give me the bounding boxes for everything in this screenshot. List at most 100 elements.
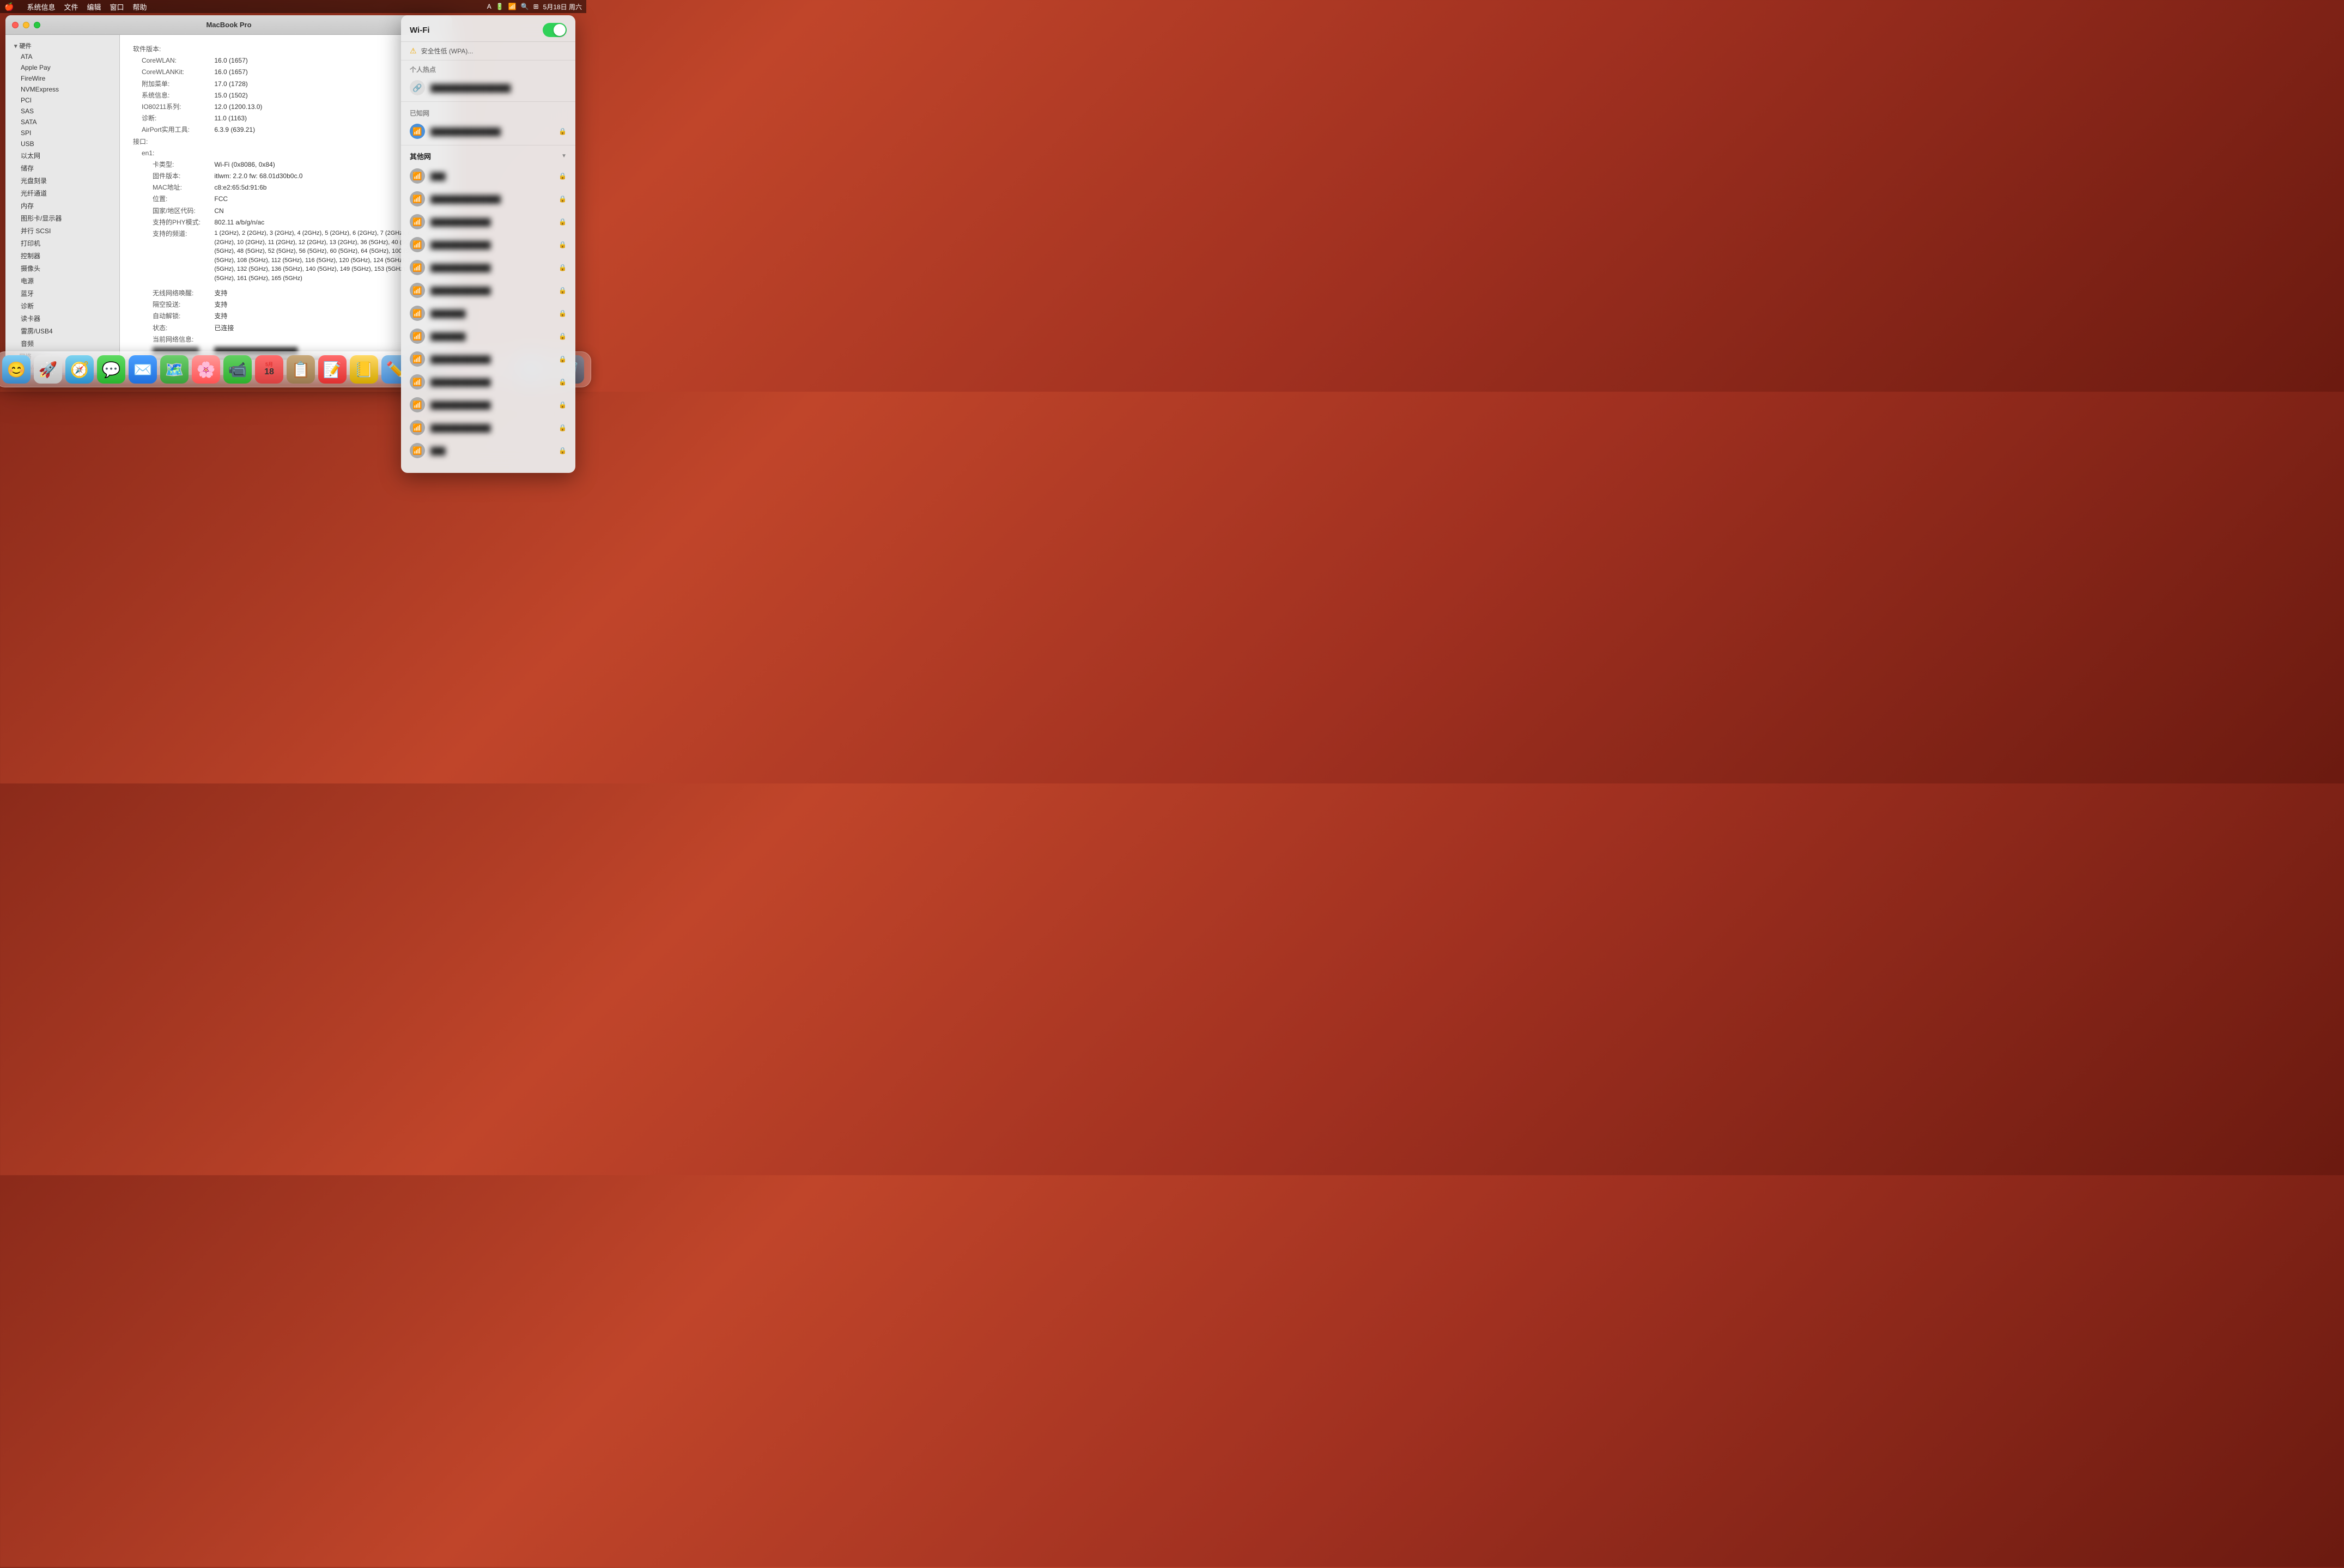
sidebar-item-printer[interactable]: 打印机 xyxy=(5,237,119,250)
wifi-signal-icon-0: 📶 xyxy=(410,168,425,184)
wifi-warning-text: 安全性低 (WPA)... xyxy=(421,46,473,56)
sidebar-item-bluetooth[interactable]: 蓝牙 xyxy=(5,287,119,300)
dock-item-finder[interactable]: 😊 xyxy=(2,355,31,384)
sidebar-item-diagnostics[interactable]: 诊断 xyxy=(5,300,119,312)
hotspot-icon: 🔗 xyxy=(410,80,425,95)
interface-label: 接口: xyxy=(131,136,212,148)
sidebar-item-opticalburner[interactable]: 光盘刻录 xyxy=(5,174,119,187)
sidebar-item-applepay[interactable]: Apple Pay xyxy=(5,62,119,73)
clipboard-icon: 📋 xyxy=(292,361,311,379)
sidebar-item-sas[interactable]: SAS xyxy=(5,106,119,117)
sidebar-item-controller[interactable]: 控制器 xyxy=(5,250,119,262)
menu-help[interactable]: 帮助 xyxy=(133,2,147,12)
sidebar-item-graphics[interactable]: 图形卡/显示器 xyxy=(5,212,119,224)
control-center-icon[interactable]: ⊞ xyxy=(533,3,539,10)
sidebar-item-ethernet[interactable]: 以太网 xyxy=(5,149,119,162)
network-item-0[interactable]: 📶 ███ 🔒 xyxy=(401,165,575,187)
sidebar-item-spi[interactable]: SPI xyxy=(5,127,119,138)
network-item-5[interactable]: 📶 ████████████ 🔒 xyxy=(401,279,575,302)
network-item-3[interactable]: 📶 ████████████ 🔒 xyxy=(401,233,575,256)
channels-label: 支持的频道: xyxy=(131,228,212,283)
menu-file[interactable]: 文件 xyxy=(64,2,78,12)
sidebar-item-fibrechannel[interactable]: 光纤通道 xyxy=(5,187,119,199)
sidebar-item-thunderbolt[interactable]: 雷雳/USB4 xyxy=(5,325,119,337)
dock-item-facetime[interactable]: 📹 xyxy=(223,355,252,384)
dock-item-safari[interactable]: 🧭 xyxy=(65,355,94,384)
search-icon[interactable]: 🔍 xyxy=(521,3,529,10)
network-item-4[interactable]: 📶 ████████████ 🔒 xyxy=(401,256,575,279)
network-item-1[interactable]: 📶 ██████████████ 🔒 xyxy=(401,187,575,210)
lock-icon-11: 🔒 xyxy=(558,424,567,431)
sysinfo-label: 系统信息: xyxy=(131,90,212,101)
dock-item-reminders[interactable]: 📝 xyxy=(318,355,347,384)
dock-item-messages[interactable]: 💬 xyxy=(97,355,125,384)
known-networks-label: 已知网 xyxy=(401,104,575,120)
wifi-panel-header: Wi-Fi xyxy=(401,15,575,42)
corewlankit-label: CoreWLANKit: xyxy=(131,66,212,78)
finder-icon: 😊 xyxy=(7,361,26,379)
sidebar-item-storage[interactable]: 储存 xyxy=(5,162,119,174)
network-name-2: ████████████ xyxy=(430,218,553,226)
wifi-connected-icon: 📶 xyxy=(410,124,425,139)
dock-item-maps[interactable]: 🗺️ xyxy=(160,355,189,384)
sidebar-item-usb[interactable]: USB xyxy=(5,138,119,149)
sidebar-item-camera[interactable]: 摄像头 xyxy=(5,262,119,275)
dock-item-calendar[interactable]: 5月 18 xyxy=(255,355,283,384)
connected-network-item[interactable]: 📶 ██████████████ 🔒 xyxy=(401,120,575,143)
corewlan-label: CoreWLAN: xyxy=(131,55,212,66)
network-item-12[interactable]: 📶 ███ 🔒 xyxy=(401,439,575,462)
sidebar-item-memory[interactable]: 内存 xyxy=(5,199,119,212)
network-item-11[interactable]: 📶 ████████████ 🔒 xyxy=(401,416,575,439)
network-item-6[interactable]: 📶 ███████ 🔒 xyxy=(401,302,575,325)
sidebar-item-cardreader[interactable]: 读卡器 xyxy=(5,312,119,325)
wifi-signal-icon-1: 📶 xyxy=(410,191,425,206)
network-item-9[interactable]: 📶 ████████████ 🔒 xyxy=(401,370,575,393)
minimize-button[interactable] xyxy=(23,22,29,28)
network-info-label: 当前网络信息: xyxy=(131,334,212,345)
maximize-button[interactable] xyxy=(34,22,40,28)
io80211-label: IO80211系列: xyxy=(131,101,212,113)
menu-window[interactable]: 窗口 xyxy=(110,2,124,12)
sidebar-group-hardware[interactable]: ▾ 硬件 xyxy=(5,39,119,51)
sidebar-item-sata[interactable]: SATA xyxy=(5,117,119,127)
wifi-toggle[interactable] xyxy=(543,23,567,37)
status-label: 状态: xyxy=(131,323,212,334)
other-networks-header[interactable]: 其他网 ▼ xyxy=(401,148,575,165)
sidebar-item-firewire[interactable]: FireWire xyxy=(5,73,119,84)
keyboard-icon: A xyxy=(487,3,491,10)
lock-icon-6: 🔒 xyxy=(558,309,567,317)
menu-edit[interactable]: 编辑 xyxy=(87,2,101,12)
connected-network-name: ██████████████ xyxy=(430,127,553,136)
wifi-signal-icon-7: 📶 xyxy=(410,329,425,344)
menu-system-info[interactable]: 系统信息 xyxy=(27,2,55,12)
battery-icon: 🔋 xyxy=(496,3,504,10)
network-item-10[interactable]: 📶 ████████████ 🔒 xyxy=(401,393,575,416)
close-button[interactable] xyxy=(12,22,19,28)
dock-item-mail[interactable]: ✉️ xyxy=(129,355,157,384)
messages-icon: 💬 xyxy=(102,361,121,379)
dock-item-notes[interactable]: 📒 xyxy=(350,355,378,384)
lock-icon-0: 🔒 xyxy=(558,172,567,180)
hotspot-item[interactable]: 🔗 ████████████████ xyxy=(401,76,575,99)
dock-item-launchpad[interactable]: 🚀 xyxy=(34,355,62,384)
lock-icon-10: 🔒 xyxy=(558,401,567,409)
network-item-8[interactable]: 📶 ████████████ 🔒 xyxy=(401,348,575,370)
lock-icon-3: 🔒 xyxy=(558,241,567,248)
apple-logo-icon[interactable]: 🍎 xyxy=(4,2,14,11)
sidebar-item-audio[interactable]: 音频 xyxy=(5,337,119,350)
sidebar-item-nvmexpress[interactable]: NVMExpress xyxy=(5,84,119,95)
wifi-menubar-icon[interactable]: 📶 xyxy=(508,3,517,10)
autounlock-label: 自动解锁: xyxy=(131,311,212,322)
main-window: MacBook Pro ▾ 硬件 ATA Apple Pay FireWire … xyxy=(5,15,452,375)
sidebar-item-power[interactable]: 电源 xyxy=(5,275,119,287)
sidebar-item-pci[interactable]: PCI xyxy=(5,95,119,106)
mail-icon: ✉️ xyxy=(133,361,153,379)
network-item-2[interactable]: 📶 ████████████ 🔒 xyxy=(401,210,575,233)
wifi-signal-icon-6: 📶 xyxy=(410,306,425,321)
network-item-7[interactable]: 📶 ███████ 🔒 xyxy=(401,325,575,348)
dock-item-photos[interactable]: 🌸 xyxy=(192,355,220,384)
sidebar-item-ata[interactable]: ATA xyxy=(5,51,119,62)
dock-item-clipboard[interactable]: 📋 xyxy=(287,355,315,384)
network-name-4: ████████████ xyxy=(430,264,553,272)
sidebar-item-parallelscsi[interactable]: 并行 SCSI xyxy=(5,224,119,237)
